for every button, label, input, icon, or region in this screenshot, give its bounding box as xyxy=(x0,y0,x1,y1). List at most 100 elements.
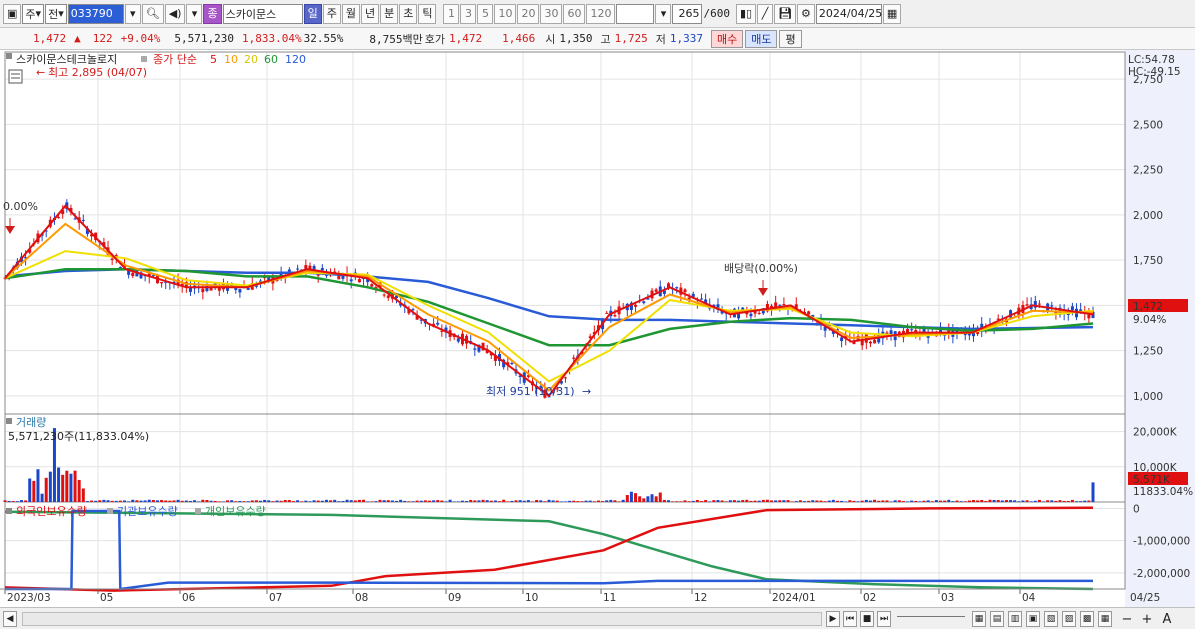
stock-name-field[interactable]: 스카이문스 xyxy=(222,3,303,24)
interval-custom-input[interactable] xyxy=(616,3,655,24)
volume-bar xyxy=(951,501,955,502)
candle-type-icon[interactable]: ▮▯ xyxy=(735,3,757,24)
calendar-icon[interactable]: ▦ xyxy=(882,3,902,24)
font-size-icon[interactable]: A xyxy=(1160,611,1174,627)
volume-menu-icon[interactable] xyxy=(6,418,12,424)
price-ytick: 2,250 xyxy=(1133,165,1163,177)
period-tab-2[interactable]: 월 xyxy=(341,3,360,24)
period-tab-3[interactable]: 년 xyxy=(360,3,380,24)
period-tab-1[interactable]: 주 xyxy=(322,3,341,24)
period-tab-4[interactable]: 분 xyxy=(380,3,399,24)
layout-icon-5[interactable]: ▧ xyxy=(1044,611,1058,627)
scroll-right-icon[interactable]: ▶ xyxy=(826,611,840,627)
volume-bar xyxy=(716,500,720,502)
legend-menu-icon[interactable] xyxy=(141,56,147,62)
price-ytick: 1,250 xyxy=(1133,346,1163,358)
date-input[interactable]: 2024/04/25 xyxy=(815,3,882,24)
settings-gear-icon[interactable]: ⚙ xyxy=(797,3,815,24)
save-icon[interactable]: 💾︎ xyxy=(774,3,797,24)
layout-icon-8[interactable]: ▦ xyxy=(1098,611,1112,627)
interval-120[interactable]: 120 xyxy=(586,3,616,24)
volume-bar xyxy=(889,501,893,502)
volume-bar xyxy=(123,500,127,502)
interval-20[interactable]: 20 xyxy=(517,3,540,24)
volume-bar xyxy=(94,500,98,502)
hc-label: HC:-49.15 xyxy=(1128,66,1181,78)
volume-bar xyxy=(947,499,951,502)
layout-icon-4[interactable]: ▣ xyxy=(1026,611,1040,627)
volume-bar xyxy=(1000,500,1004,502)
volume-bar xyxy=(151,499,155,502)
layout-icon-7[interactable]: ▩ xyxy=(1080,611,1094,627)
period-tab-0[interactable]: 일 xyxy=(303,3,322,24)
stock-code-input[interactable]: 033790 xyxy=(67,3,124,24)
volume-bar xyxy=(403,500,407,502)
rewind-icon[interactable]: ⏮ xyxy=(843,611,857,627)
panel-menu-icon[interactable] xyxy=(6,53,12,59)
volume-bar xyxy=(370,501,374,502)
xtick-label: 11 xyxy=(603,592,616,604)
volume-bar xyxy=(246,501,250,502)
stock-chart[interactable]: 2,7502,5002,2502,0001,7501,5001,2501,000… xyxy=(0,50,1195,607)
volume-bar xyxy=(65,470,69,502)
forward-icon[interactable]: ⏭ xyxy=(877,611,891,627)
period-tab-6[interactable]: 틱 xyxy=(418,3,437,24)
volume-bar xyxy=(572,500,576,502)
average-button[interactable]: 평 xyxy=(779,29,802,48)
speaker-icon[interactable]: ◀) xyxy=(164,3,186,24)
layout-icon-1[interactable]: ▦ xyxy=(972,611,986,627)
zoom-in-icon[interactable]: + xyxy=(1140,611,1154,627)
volume-value-text: 5,571,230주(11,833.04%) xyxy=(8,430,149,443)
volume-bar xyxy=(539,500,543,502)
volume-bar xyxy=(555,500,559,502)
volume-bar xyxy=(320,500,324,502)
candle-body xyxy=(238,289,242,293)
zoom-out-icon[interactable]: − xyxy=(1120,611,1134,627)
period-select[interactable]: 주 ▾ xyxy=(22,3,45,24)
candle-body xyxy=(131,272,135,276)
interval-5[interactable]: 5 xyxy=(477,3,494,24)
volume-bar xyxy=(242,501,246,502)
bar-count-input[interactable]: 265 xyxy=(672,3,703,24)
calculator-icon[interactable] xyxy=(8,69,23,84)
volume-bar xyxy=(291,501,295,502)
toolbar-main: ▣ 주 ▾ 전 ▾ 033790 ▾ 🔍︎ ◀) ▾ 종 스카이문스 일주월년분초틱… xyxy=(0,0,1195,28)
layout-icon-6[interactable]: ▨ xyxy=(1062,611,1076,627)
stop-icon[interactable]: ■ xyxy=(860,611,874,627)
volume-bar xyxy=(139,500,143,502)
volume-bar xyxy=(699,501,703,502)
window-menu-icon[interactable]: ▣ xyxy=(3,3,22,24)
buy-button[interactable]: 매수 xyxy=(710,29,744,48)
speaker-dropdown-icon[interactable]: ▾ xyxy=(186,3,203,24)
chart-scrollbar[interactable] xyxy=(22,612,822,626)
price-change-pct: +9.04% xyxy=(120,32,161,45)
period-tab-5[interactable]: 초 xyxy=(399,3,418,24)
legend-institution: 기관보유수량 xyxy=(117,505,178,518)
interval-dropdown-icon[interactable]: ▾ xyxy=(655,3,672,24)
compare-select[interactable]: 전 ▾ xyxy=(45,3,67,24)
volume-bar xyxy=(687,501,691,502)
volume-bar xyxy=(873,499,877,502)
bid-price: 1,466 xyxy=(502,32,536,45)
zoom-slider[interactable] xyxy=(897,616,965,622)
volume-bar xyxy=(316,500,320,502)
search-icon[interactable]: 🔍︎ xyxy=(141,3,164,24)
drawing-tool-icon[interactable]: ╱ xyxy=(757,3,774,24)
layout-icon-2[interactable]: ▤ xyxy=(990,611,1004,627)
volume-bar xyxy=(811,500,815,502)
code-dropdown-icon[interactable]: ▾ xyxy=(124,3,141,24)
interval-30[interactable]: 30 xyxy=(540,3,563,24)
interval-60[interactable]: 60 xyxy=(563,3,586,24)
ask-price: 1,472 xyxy=(448,32,483,45)
volume-bar xyxy=(815,500,819,502)
volume-bar xyxy=(48,471,52,502)
interval-3[interactable]: 3 xyxy=(460,3,477,24)
volume-bar xyxy=(996,500,1000,502)
scroll-left-icon[interactable]: ◀ xyxy=(3,611,17,627)
layout-icon-3[interactable]: ▥ xyxy=(1008,611,1022,627)
interval-10[interactable]: 10 xyxy=(494,3,517,24)
holding-menu-icon[interactable] xyxy=(6,508,12,514)
interval-1[interactable]: 1 xyxy=(443,3,460,24)
sell-button[interactable]: 매도 xyxy=(745,29,778,48)
volume-bar xyxy=(275,500,279,502)
